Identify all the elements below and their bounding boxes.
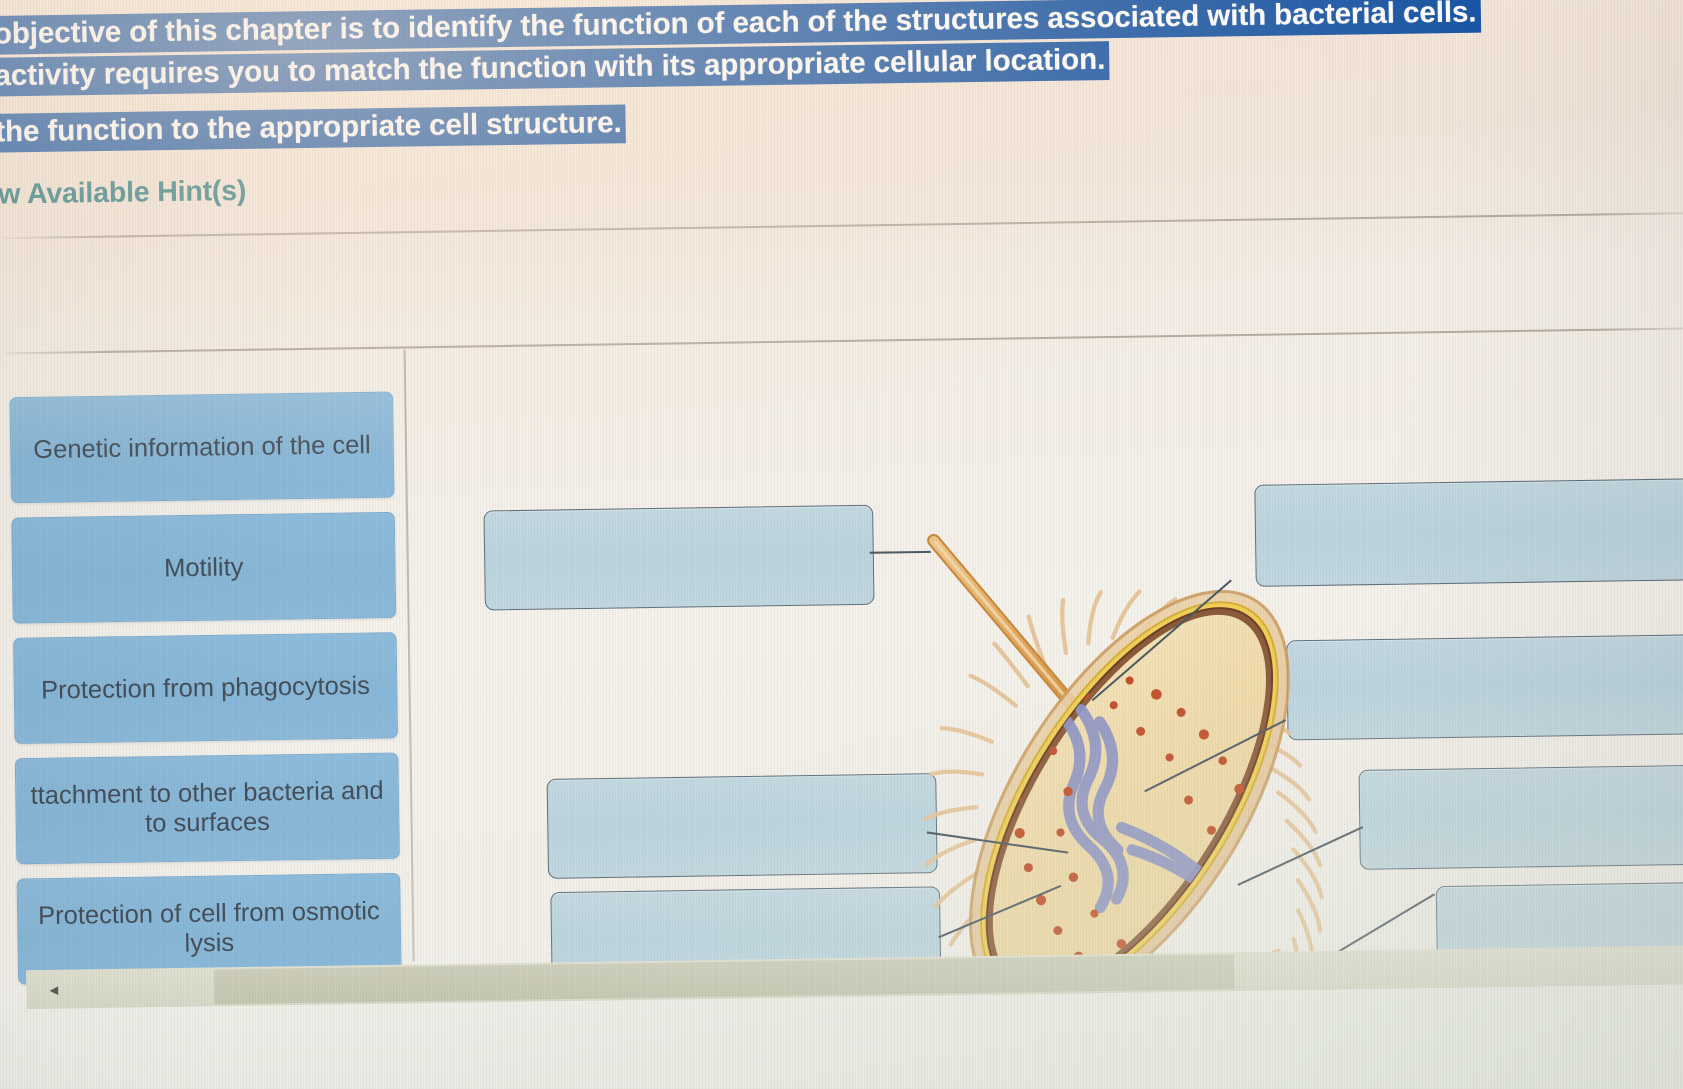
divider-bottom xyxy=(4,327,1683,355)
instruction-line-3: the function to the appropriate cell str… xyxy=(0,104,626,154)
scroll-left-arrow-icon[interactable]: ◂ xyxy=(40,976,67,1003)
screen-photo: objective of this chapter is to identify… xyxy=(0,0,1683,1089)
drop-zone[interactable] xyxy=(1358,764,1683,870)
page-content: objective of this chapter is to identify… xyxy=(0,0,1683,1089)
drop-zone[interactable] xyxy=(483,504,875,611)
option-tile[interactable]: ttachment to other bacteria and to surfa… xyxy=(14,752,400,865)
option-tile[interactable]: Motility xyxy=(11,511,397,624)
option-tile[interactable]: Protection from phagocytosis xyxy=(13,632,399,744)
available-hints-label: w Available Hint(s) xyxy=(0,174,247,210)
bacterial-cell-diagram xyxy=(860,491,1398,1048)
option-bank: Genetic information of the cell Motility… xyxy=(9,391,402,999)
divider-top xyxy=(2,212,1683,240)
available-hints-link[interactable]: w Available Hint(s) xyxy=(0,174,246,210)
vertical-divider xyxy=(403,349,415,962)
option-tile[interactable]: Genetic information of the cell xyxy=(9,391,395,504)
